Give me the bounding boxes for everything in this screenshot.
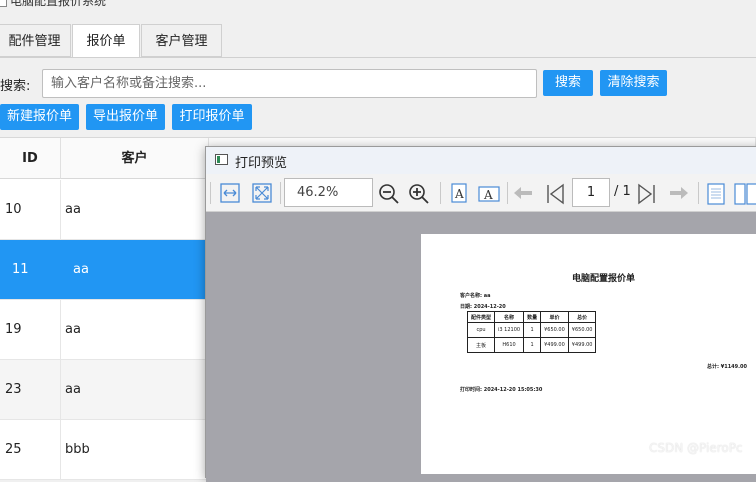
document-heading: 电脑配置报价单 [571,274,635,284]
toolbar-separator [210,182,211,204]
cell-customer: aa [61,360,209,419]
cell-customer: bbb [61,420,209,479]
document-print-time: 打印时间: 2024-12-20 15:05:30 [460,387,543,393]
search-input[interactable] [42,69,537,98]
column-header-id[interactable]: ID [0,138,61,179]
toolbar-separator [507,182,508,204]
print-quote-button[interactable]: 打印报价单 [172,104,252,130]
current-page-input[interactable]: 1 [572,178,610,207]
print-preview-window: 打印预览 46.2% A A 1 / 1 电脑配置报价单 客户名称: aa 日期… [205,146,756,482]
svg-text:A: A [454,187,464,201]
preview-toolbar: 46.2% A A 1 / 1 [206,175,756,212]
first-page-icon[interactable] [510,180,536,206]
preview-titlebar[interactable]: 打印预览 [206,147,756,174]
search-button[interactable]: 搜索 [543,70,593,96]
fit-width-icon[interactable] [217,180,243,206]
app-title: 电脑配置报价系统 [10,0,107,8]
cell-id: 10 [0,180,61,239]
document-td: 主板 [466,337,496,353]
app-icon [0,0,7,7]
zoom-level-input[interactable]: 46.2% [284,178,373,207]
cell-id: 23 [0,360,61,419]
document-td: 1 [523,337,542,353]
next-page-icon[interactable] [634,180,660,206]
document-th: 配件类型 [466,311,496,323]
app-titlebar: 电脑配置报价系统 [0,0,756,18]
tab-quotes[interactable]: 报价单 [72,24,140,58]
document-td: i3 12100 [494,322,525,338]
tab-customers[interactable]: 客户管理 [141,24,222,57]
document-table-header: 配件类型 名称 数量 单价 总价 [466,311,597,323]
previous-page-icon[interactable] [542,180,568,206]
watermark: CSDN @PieroPc [649,441,743,455]
cell-id: 11 [0,240,61,299]
document-table-row: cpu i3 12100 1 ¥650.00 ¥650.00 [466,322,597,338]
zoom-in-icon[interactable] [406,180,432,206]
document-td: ¥650.00 [567,322,597,338]
document-th: 单价 [540,311,569,323]
new-quote-button[interactable]: 新建报价单 [0,104,79,130]
document-date: 日期: 2024-12-20 [460,304,506,310]
cell-customer: aa [61,180,209,239]
portrait-icon[interactable]: A [446,180,472,206]
cell-customer: aa [61,300,209,359]
main-tabs: 配件管理 报价单 客户管理 [0,24,756,58]
document-items-table: 配件类型 名称 数量 单价 总价 cpu i3 12100 1 ¥650.00 … [466,311,597,353]
document-total: 总计: ¥1149.00 [707,364,747,370]
cell-id: 25 [0,420,61,479]
single-page-icon[interactable] [703,180,729,206]
clear-search-button[interactable]: 清除搜索 [600,70,667,96]
page-total: / 1 [614,184,631,199]
search-label: 搜索: [0,79,31,94]
document-td: ¥650.00 [540,322,569,338]
document-th: 总价 [567,311,597,323]
document-th: 名称 [494,311,525,323]
export-quote-button[interactable]: 导出报价单 [86,104,165,130]
document-td: ¥499.00 [540,337,569,353]
cell-customer: aa [61,240,209,299]
toolbar-separator [440,182,441,204]
landscape-icon[interactable]: A [476,180,502,206]
tab-parts[interactable]: 配件管理 [0,24,71,57]
document-td: 1 [523,322,542,338]
facing-pages-icon[interactable] [733,180,756,206]
document-td: ¥499.00 [567,337,597,353]
toolbar-separator [280,182,281,204]
column-header-customer[interactable]: 客户 [61,138,209,179]
cell-id: 19 [0,300,61,359]
last-page-icon[interactable] [666,180,692,206]
document-td: H610 [494,337,525,353]
svg-text:A: A [483,188,493,202]
zoom-out-icon[interactable] [376,180,402,206]
document-customer: 客户名称: aa [460,293,491,299]
fit-page-icon[interactable] [249,180,275,206]
preview-title: 打印预览 [235,156,288,171]
document-table-row: 主板 H610 1 ¥499.00 ¥499.00 [466,337,597,353]
preview-window-icon [215,154,228,165]
preview-page: 电脑配置报价单 客户名称: aa 日期: 2024-12-20 配件类型 名称 … [421,234,756,474]
document-th: 数量 [523,311,542,323]
tabs-divider [0,57,756,58]
document-td: cpu [466,322,496,338]
toolbar-separator [698,182,699,204]
